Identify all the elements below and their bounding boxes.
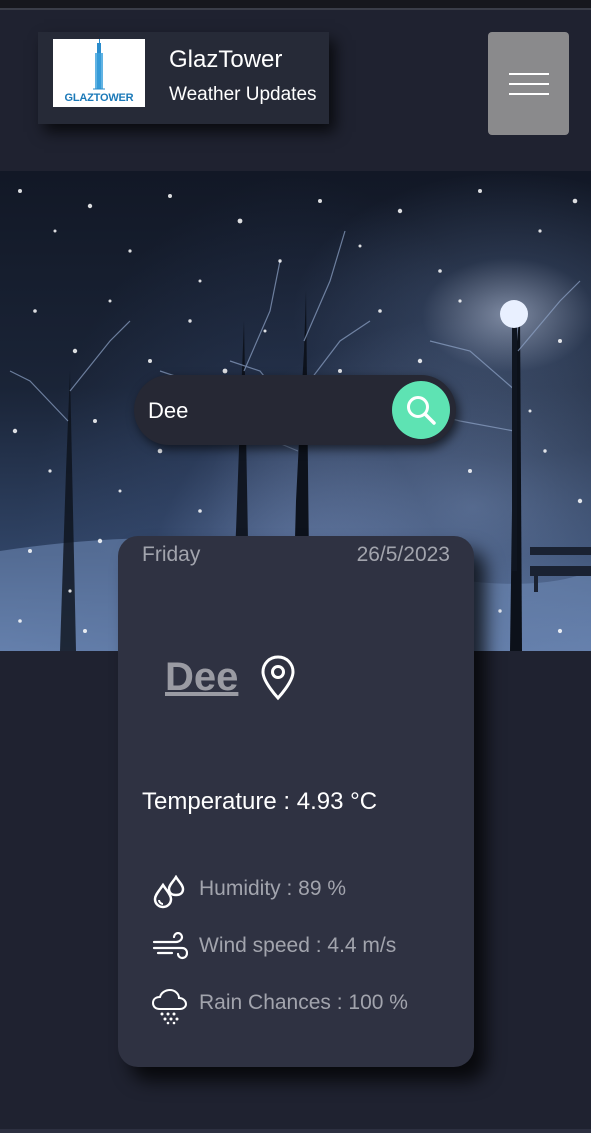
humidity-label: Humidity : 89 % bbox=[199, 877, 347, 900]
app-title: GlazTower bbox=[169, 46, 283, 73]
temperature-value: 4.93 °C bbox=[296, 788, 378, 815]
logo-text: GLAZTOWER bbox=[64, 92, 134, 104]
wind-icon bbox=[152, 932, 188, 960]
rain-label: Rain Chances : 100 % bbox=[199, 991, 408, 1014]
search-icon bbox=[407, 396, 436, 425]
top-edge bbox=[0, 0, 591, 10]
temperature-label: Temperature : bbox=[142, 788, 297, 815]
temperature: Temperature : 4.93 °C bbox=[142, 788, 377, 816]
logo: GLAZTOWER bbox=[53, 39, 145, 107]
menu-button[interactable] bbox=[488, 32, 569, 135]
rain-cloud-icon bbox=[152, 989, 188, 1025]
app-subtitle: Weather Updates bbox=[169, 84, 317, 105]
humidity-icon bbox=[153, 875, 185, 909]
search-input[interactable] bbox=[146, 387, 390, 435]
city-name[interactable]: Dee bbox=[165, 655, 238, 700]
wind-label: Wind speed : 4.4 m/s bbox=[199, 934, 397, 957]
weather-card: Friday 26/5/2023 Dee Temperature : 4.93 … bbox=[118, 536, 474, 1067]
weekday: Friday bbox=[142, 543, 201, 566]
map-pin-icon bbox=[261, 655, 295, 701]
search-bar bbox=[134, 375, 456, 445]
search-button[interactable] bbox=[392, 381, 450, 439]
bottom-edge bbox=[0, 1129, 591, 1133]
date: 26/5/2023 bbox=[356, 543, 450, 566]
brand-panel: GLAZTOWER GlazTower Weather Updates bbox=[38, 32, 329, 124]
